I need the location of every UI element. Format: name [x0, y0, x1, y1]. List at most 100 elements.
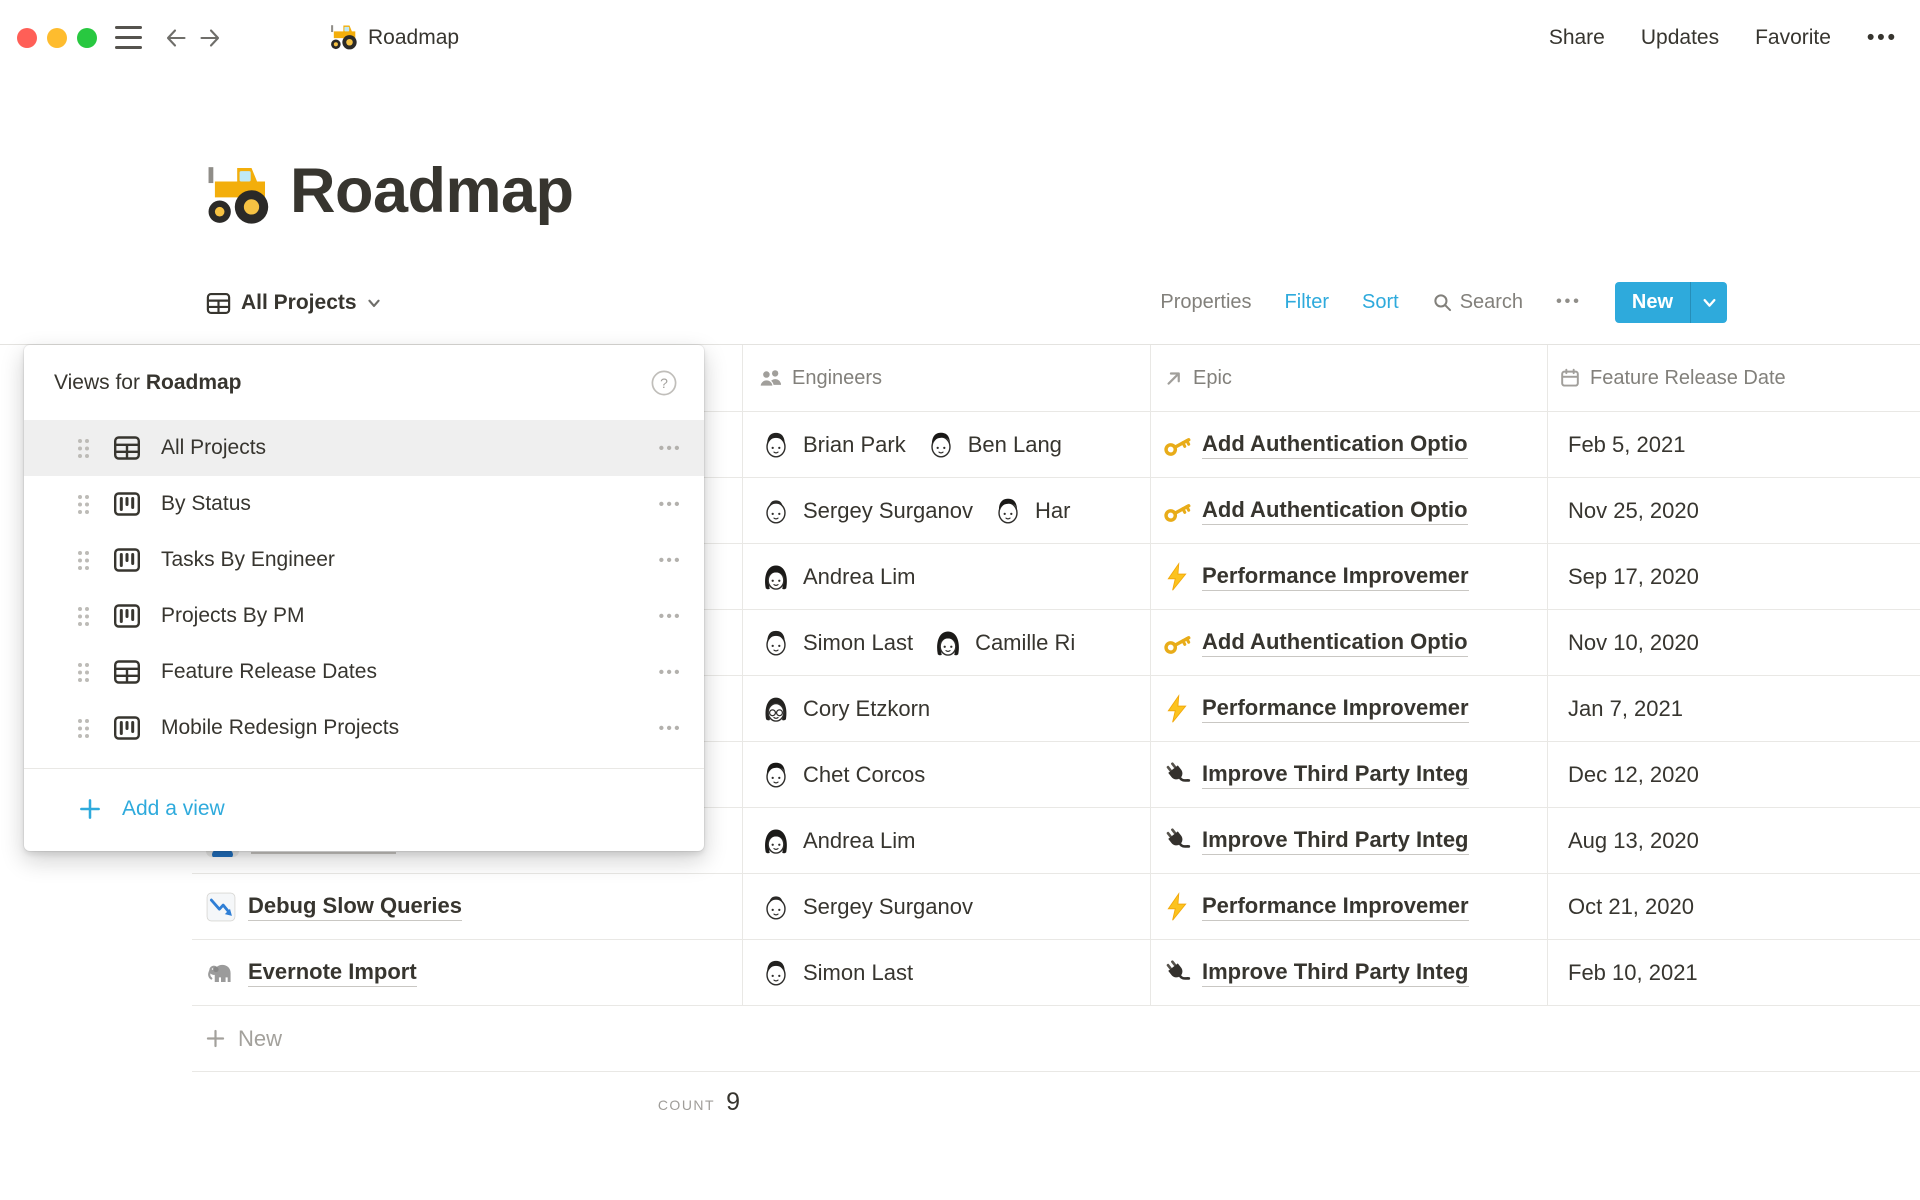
release-date-cell[interactable]: Jan 7, 2021: [1548, 676, 1920, 741]
view-list-item-by-status[interactable]: By Status•••: [24, 476, 704, 532]
project-page-link[interactable]: Debug Slow Queries: [248, 893, 462, 921]
release-date-cell[interactable]: Nov 10, 2020: [1548, 610, 1920, 675]
engineers-cell[interactable]: Chet Corcos: [743, 742, 1151, 807]
epic-cell[interactable]: Improve Third Party Integ: [1151, 940, 1548, 1005]
project-cell[interactable]: Evernote Import: [192, 940, 743, 1005]
release-date-cell[interactable]: Sep 17, 2020: [1548, 544, 1920, 609]
epic-page-link[interactable]: Improve Third Party Integ: [1202, 827, 1469, 855]
person-chip[interactable]: Andrea Lim: [759, 824, 916, 858]
engineers-cell[interactable]: Brian Park Ben Lang: [743, 412, 1151, 477]
drag-handle-icon[interactable]: [76, 661, 91, 684]
person-chip[interactable]: Har: [991, 494, 1070, 528]
view-item-menu-icon[interactable]: •••: [659, 720, 682, 737]
person-name: Sergey Surganov: [803, 498, 973, 524]
person-chip[interactable]: Chet Corcos: [759, 758, 925, 792]
row-count[interactable]: COUNT 9: [192, 1088, 740, 1117]
view-item-menu-icon[interactable]: •••: [659, 664, 682, 681]
person-chip[interactable]: Andrea Lim: [759, 560, 916, 594]
view-list-item-projects-by-pm[interactable]: Projects By PM•••: [24, 588, 704, 644]
project-page-link[interactable]: Evernote Import: [248, 959, 417, 987]
epic-page-link[interactable]: Add Authentication Optio: [1202, 629, 1468, 657]
release-date-cell[interactable]: Dec 12, 2020: [1548, 742, 1920, 807]
person-chip[interactable]: Simon Last: [759, 956, 913, 990]
person-chip[interactable]: Camille Ri: [931, 626, 1075, 660]
person-chip[interactable]: Sergey Surganov: [759, 494, 973, 528]
epic-cell[interactable]: Performance Improvemer: [1151, 544, 1548, 609]
engineers-cell[interactable]: Andrea Lim: [743, 808, 1151, 873]
drag-handle-icon[interactable]: [76, 549, 91, 572]
engineers-cell[interactable]: Sergey Surganov Har: [743, 478, 1151, 543]
person-chip[interactable]: Ben Lang: [924, 428, 1062, 462]
view-list-item-mobile-redesign-projects[interactable]: Mobile Redesign Projects•••: [24, 700, 704, 756]
view-list-item-all-projects[interactable]: All Projects•••: [24, 420, 704, 476]
zoom-window-button[interactable]: [77, 28, 97, 48]
release-date-cell[interactable]: Aug 13, 2020: [1548, 808, 1920, 873]
epic-cell[interactable]: Add Authentication Optio: [1151, 478, 1548, 543]
epic-page-link[interactable]: Improve Third Party Integ: [1202, 959, 1469, 987]
epic-page-link[interactable]: Performance Improvemer: [1202, 563, 1469, 591]
engineers-cell[interactable]: Cory Etzkorn: [743, 676, 1151, 741]
filter-button[interactable]: Filter: [1285, 291, 1329, 314]
column-header-release-date[interactable]: Feature Release Date: [1548, 345, 1920, 411]
sidebar-menu-icon[interactable]: [115, 26, 142, 49]
view-options-icon[interactable]: •••: [1556, 293, 1582, 311]
view-item-menu-icon[interactable]: •••: [659, 440, 682, 457]
new-button-chevron-icon[interactable]: [1691, 282, 1727, 323]
breadcrumb-page-title[interactable]: Roadmap: [368, 26, 459, 50]
epic-cell[interactable]: Add Authentication Optio: [1151, 412, 1548, 477]
epic-page-link[interactable]: Performance Improvemer: [1202, 695, 1469, 723]
forward-arrow-icon[interactable]: [197, 25, 223, 51]
drag-handle-icon[interactable]: [76, 717, 91, 740]
page-tractor-icon[interactable]: [199, 162, 269, 226]
view-selector[interactable]: All Projects: [205, 283, 382, 323]
view-list-item-tasks-by-engineer[interactable]: Tasks By Engineer•••: [24, 532, 704, 588]
properties-button[interactable]: Properties: [1160, 291, 1251, 314]
engineers-cell[interactable]: Sergey Surganov: [743, 874, 1151, 939]
chevron-down-icon: [366, 295, 382, 311]
drag-handle-icon[interactable]: [76, 493, 91, 516]
view-list-item-feature-release-dates[interactable]: Feature Release Dates•••: [24, 644, 704, 700]
epic-cell[interactable]: Improve Third Party Integ: [1151, 742, 1548, 807]
add-view-button[interactable]: Add a view: [24, 769, 704, 849]
epic-page-link[interactable]: Performance Improvemer: [1202, 893, 1469, 921]
view-item-menu-icon[interactable]: •••: [659, 496, 682, 513]
column-header-engineers[interactable]: Engineers: [743, 345, 1151, 411]
minimize-window-button[interactable]: [47, 28, 67, 48]
sort-button[interactable]: Sort: [1362, 291, 1399, 314]
release-date-cell[interactable]: Feb 10, 2021: [1548, 940, 1920, 1005]
engineers-cell[interactable]: Simon Last Camille Ri: [743, 610, 1151, 675]
person-chip[interactable]: Cory Etzkorn: [759, 692, 930, 726]
back-arrow-icon[interactable]: [163, 25, 189, 51]
drag-handle-icon[interactable]: [76, 437, 91, 460]
epic-page-link[interactable]: Add Authentication Optio: [1202, 431, 1468, 459]
epic-cell[interactable]: Performance Improvemer: [1151, 874, 1548, 939]
epic-cell[interactable]: Add Authentication Optio: [1151, 610, 1548, 675]
updates-button[interactable]: Updates: [1641, 26, 1719, 50]
view-item-menu-icon[interactable]: •••: [659, 608, 682, 625]
search-button[interactable]: Search: [1432, 291, 1523, 314]
release-date-cell[interactable]: Nov 25, 2020: [1548, 478, 1920, 543]
project-cell[interactable]: Debug Slow Queries: [192, 874, 743, 939]
epic-page-link[interactable]: Add Authentication Optio: [1202, 497, 1468, 525]
person-chip[interactable]: Brian Park: [759, 428, 906, 462]
engineers-cell[interactable]: Simon Last: [743, 940, 1151, 1005]
person-chip[interactable]: Sergey Surganov: [759, 890, 973, 924]
person-chip[interactable]: Simon Last: [759, 626, 913, 660]
favorite-button[interactable]: Favorite: [1755, 26, 1831, 50]
epic-cell[interactable]: Performance Improvemer: [1151, 676, 1548, 741]
epic-page-link[interactable]: Improve Third Party Integ: [1202, 761, 1469, 789]
more-options-icon[interactable]: •••: [1867, 26, 1898, 50]
epic-cell[interactable]: Improve Third Party Integ: [1151, 808, 1548, 873]
close-window-button[interactable]: [17, 28, 37, 48]
view-item-menu-icon[interactable]: •••: [659, 552, 682, 569]
add-row-button[interactable]: New: [192, 1006, 1920, 1072]
release-date-cell[interactable]: Feb 5, 2021: [1548, 412, 1920, 477]
drag-handle-icon[interactable]: [76, 605, 91, 628]
engineers-cell[interactable]: Andrea Lim: [743, 544, 1151, 609]
share-button[interactable]: Share: [1549, 26, 1605, 50]
column-header-epic[interactable]: Epic: [1151, 345, 1548, 411]
release-date-cell[interactable]: Oct 21, 2020: [1548, 874, 1920, 939]
question-mark-icon[interactable]: ?: [650, 369, 678, 397]
new-record-button[interactable]: New: [1615, 282, 1727, 323]
new-button-label[interactable]: New: [1615, 282, 1690, 323]
